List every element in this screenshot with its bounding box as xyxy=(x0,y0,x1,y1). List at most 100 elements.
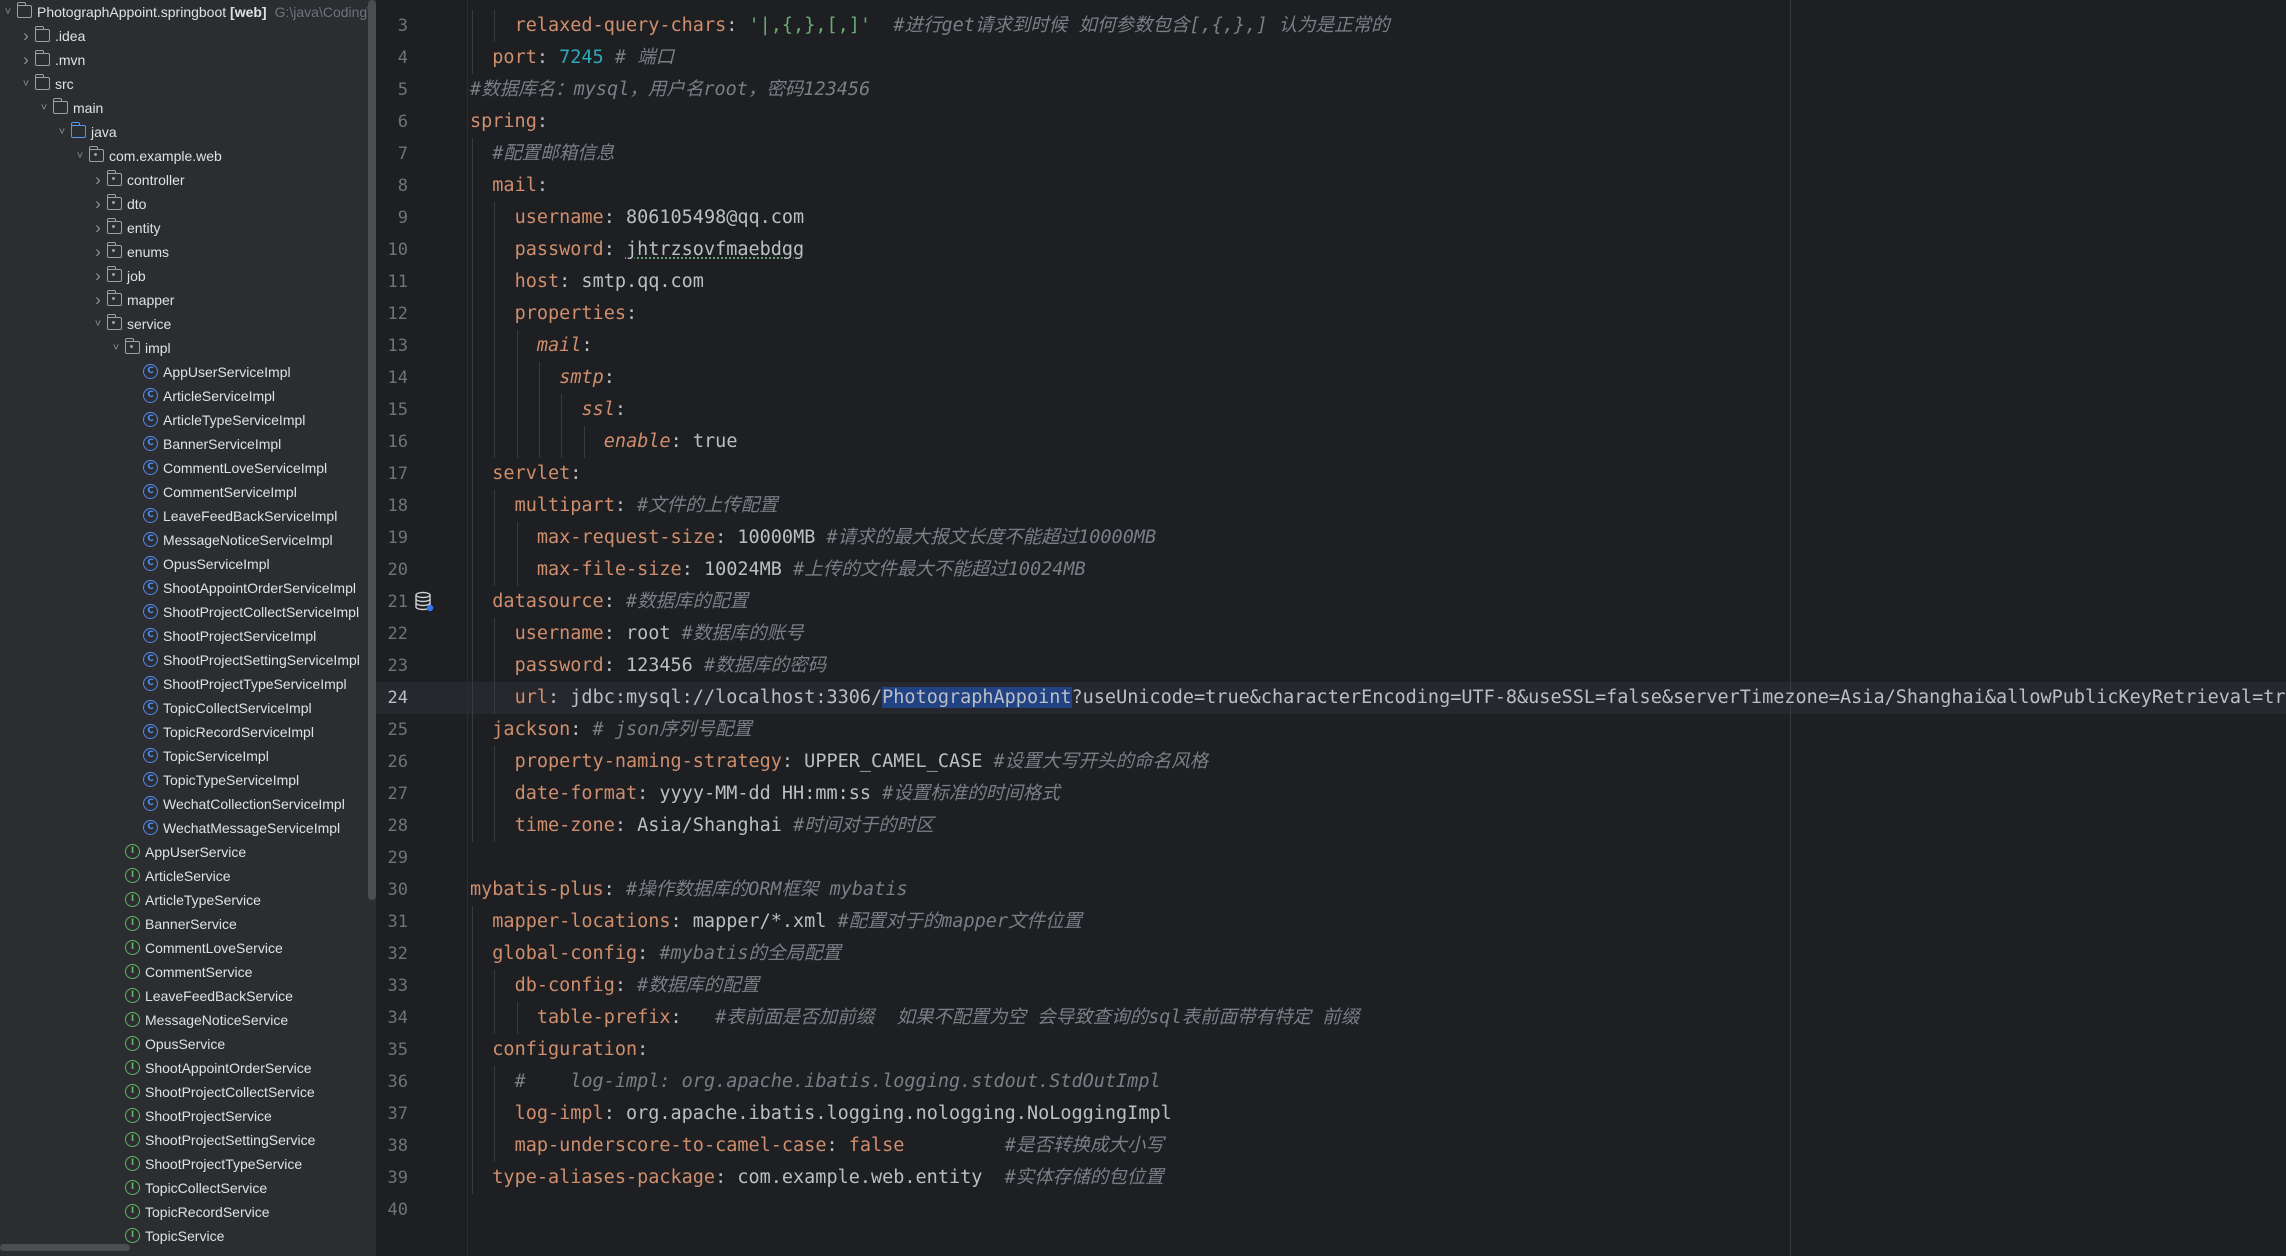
tree-node-bannerserviceimpl[interactable]: C BannerServiceImpl xyxy=(0,432,370,456)
code-line[interactable]: mail: xyxy=(470,170,548,202)
tree-node-src[interactable]: ˅ src xyxy=(0,72,370,96)
code-line[interactable]: multipart: #文件的上传配置 xyxy=(470,490,778,522)
code-line[interactable]: jackson: # json序列号配置 xyxy=(470,714,752,746)
chevron-down-icon[interactable]: ˅ xyxy=(91,312,105,336)
tree-node-impl[interactable]: ˅ impl xyxy=(0,336,370,360)
tree-node-articletypeserviceimpl[interactable]: C ArticleTypeServiceImpl xyxy=(0,408,370,432)
tree-node-shootappointorderserviceimpl[interactable]: C ShootAppointOrderServiceImpl xyxy=(0,576,370,600)
code-line[interactable]: configuration: xyxy=(470,1034,648,1066)
code-editor[interactable]: 3 4 5 6 7 8 9 10 11 12 13 14 15 16 17 18 19 20 21 22 23 24 25 2… xyxy=(376,0,2286,1256)
tree-node-leavefeedbackservice[interactable]: I LeaveFeedBackService xyxy=(0,984,370,1008)
tree-node-bannerservice[interactable]: I BannerService xyxy=(0,912,370,936)
tree-node-java[interactable]: ˅ java xyxy=(0,120,370,144)
tree-node-topicserviceimpl[interactable]: C TopicServiceImpl xyxy=(0,744,370,768)
code-line[interactable]: date-format: yyyy-MM-dd HH:mm:ss #设置标准的时… xyxy=(470,778,1060,810)
project-tree-horizontal-scrollbar[interactable] xyxy=(0,1244,130,1251)
editor-gutter[interactable]: 3 4 5 6 7 8 9 10 11 12 13 14 15 16 17 18 19 20 21 22 23 24 25 2… xyxy=(376,0,468,1256)
tree-node-leavefeedbackserviceimpl[interactable]: C LeaveFeedBackServiceImpl xyxy=(0,504,370,528)
tree-node-photographappoint-springboot-web[interactable]: ˅ PhotographAppoint.springboot [web] G:\ja… xyxy=(0,0,376,24)
code-line[interactable]: type-aliases-package: com.example.web.en… xyxy=(470,1162,1164,1194)
tree-node-shootprojecttypeserviceimpl[interactable]: C ShootProjectTypeServiceImpl xyxy=(0,672,370,696)
code-line[interactable]: properties: xyxy=(470,298,637,330)
tree-node-topiccollectservice[interactable]: I TopicCollectService xyxy=(0,1176,370,1200)
code-line[interactable]: property-naming-strategy: UPPER_CAMEL_CA… xyxy=(470,746,1208,778)
code-line[interactable]: map-underscore-to-camel-case: false #是否转… xyxy=(470,1130,1164,1162)
tree-node-shootprojecttypeservice[interactable]: I ShootProjectTypeService xyxy=(0,1152,370,1176)
tree-node-commentservice[interactable]: I CommentService xyxy=(0,960,370,984)
tree-node-shootprojectservice[interactable]: I ShootProjectService xyxy=(0,1104,370,1128)
chevron-right-icon[interactable]: › xyxy=(19,24,33,48)
chevron-down-icon[interactable]: ˅ xyxy=(55,120,69,144)
tree-node-enums[interactable]: › enums xyxy=(0,240,370,264)
chevron-right-icon[interactable]: › xyxy=(91,288,105,312)
tree-node-main[interactable]: ˅ main xyxy=(0,96,370,120)
tree-node-commentloveservice[interactable]: I CommentLoveService xyxy=(0,936,370,960)
code-line[interactable]: smtp: xyxy=(470,362,615,394)
tree-node-wechatcollectionserviceimpl[interactable]: C WechatCollectionServiceImpl xyxy=(0,792,370,816)
project-tree-vertical-scrollbar[interactable] xyxy=(368,0,376,900)
code-line[interactable]: username: 806105498@qq.com xyxy=(470,202,804,234)
code-line[interactable]: password: 123456 #数据库的密码 xyxy=(470,650,826,682)
tree-node-controller[interactable]: › controller xyxy=(0,168,370,192)
code-line[interactable]: host: smtp.qq.com xyxy=(470,266,704,298)
tree-node-commentloveserviceimpl[interactable]: C CommentLoveServiceImpl xyxy=(0,456,370,480)
tree-node-topiccollectserviceimpl[interactable]: C TopicCollectServiceImpl xyxy=(0,696,370,720)
tree-node-shootprojectsettingservice[interactable]: I ShootProjectSettingService xyxy=(0,1128,370,1152)
tree-node-opusserviceimpl[interactable]: C OpusServiceImpl xyxy=(0,552,370,576)
tree-node-topictypeserviceimpl[interactable]: C TopicTypeServiceImpl xyxy=(0,768,370,792)
code-line[interactable]: global-config: #mybatis的全局配置 xyxy=(470,938,841,970)
tree-node-shootprojectsettingserviceimpl[interactable]: C ShootProjectSettingServiceImpl xyxy=(0,648,370,672)
code-line[interactable]: url: jdbc:mysql://localhost:3306/Photogr… xyxy=(470,682,2286,714)
tree-node-topicrecordserviceimpl[interactable]: C TopicRecordServiceImpl xyxy=(0,720,370,744)
tree-node-appuserservice[interactable]: I AppUserService xyxy=(0,840,370,864)
code-line[interactable]: port: 7245 # 端口 xyxy=(470,42,674,74)
code-line[interactable]: time-zone: Asia/Shanghai #时间对于的时区 xyxy=(470,810,934,842)
tree-node-appuserserviceimpl[interactable]: C AppUserServiceImpl xyxy=(0,360,370,384)
code-line[interactable]: mapper-locations: mapper/*.xml #配置对于的map… xyxy=(470,906,1082,938)
chevron-down-icon[interactable]: ˅ xyxy=(109,336,123,360)
tree-node-idea[interactable]: › .idea xyxy=(0,24,370,48)
tree-node-articletypeservice[interactable]: I ArticleTypeService xyxy=(0,888,370,912)
tree-node-shootprojectcollectservice[interactable]: I ShootProjectCollectService xyxy=(0,1080,370,1104)
tree-node-entity[interactable]: › entity xyxy=(0,216,370,240)
code-line[interactable]: mail: xyxy=(470,330,593,362)
tree-node-mvn[interactable]: › .mvn xyxy=(0,48,370,72)
code-line[interactable]: datasource: #数据库的配置 xyxy=(470,586,748,618)
chevron-down-icon[interactable]: ˅ xyxy=(19,72,33,96)
chevron-down-icon[interactable]: ˅ xyxy=(1,0,15,24)
tree-node-articleserviceimpl[interactable]: C ArticleServiceImpl xyxy=(0,384,370,408)
tree-node-wechatmessageserviceimpl[interactable]: C WechatMessageServiceImpl xyxy=(0,816,370,840)
tree-node-shootprojectcollectserviceimpl[interactable]: C ShootProjectCollectServiceImpl xyxy=(0,600,370,624)
tree-node-commentserviceimpl[interactable]: C CommentServiceImpl xyxy=(0,480,370,504)
code-line[interactable]: relaxed-query-chars: '|,{,},[,]' #进行get请… xyxy=(470,10,1390,42)
tree-node-shootappointorderservice[interactable]: I ShootAppointOrderService xyxy=(0,1056,370,1080)
tree-node-service[interactable]: ˅ service xyxy=(0,312,370,336)
code-line[interactable]: #配置邮箱信息 xyxy=(470,138,614,170)
chevron-right-icon[interactable]: › xyxy=(91,192,105,216)
chevron-down-icon[interactable]: ˅ xyxy=(37,96,51,120)
code-line[interactable]: spring: xyxy=(470,106,548,138)
chevron-right-icon[interactable]: › xyxy=(91,240,105,264)
code-line[interactable]: mybatis-plus: #操作数据库的ORM框架 mybatis xyxy=(470,874,908,906)
code-line[interactable]: max-file-size: 10024MB #上传的文件最大不能超过10024… xyxy=(470,554,1086,586)
tree-node-messagenoticeservice[interactable]: I MessageNoticeService xyxy=(0,1008,370,1032)
code-line[interactable]: ssl: xyxy=(470,394,626,426)
code-line[interactable]: servlet: xyxy=(470,458,581,490)
chevron-right-icon[interactable]: › xyxy=(19,48,33,72)
code-line[interactable]: db-config: #数据库的配置 xyxy=(470,970,759,1002)
tree-node-job[interactable]: › job xyxy=(0,264,370,288)
tree-node-articleservice[interactable]: I ArticleService xyxy=(0,864,370,888)
chevron-down-icon[interactable]: ˅ xyxy=(73,144,87,168)
chevron-right-icon[interactable]: › xyxy=(91,168,105,192)
chevron-right-icon[interactable]: › xyxy=(91,264,105,288)
code-line[interactable]: #数据库名：mysql，用户名root，密码123456 xyxy=(470,74,870,106)
tree-node-com-example-web[interactable]: ˅ com.example.web xyxy=(0,144,370,168)
code-line[interactable]: log-impl: org.apache.ibatis.logging.nolo… xyxy=(470,1098,1172,1130)
code-line[interactable]: table-prefix: #表前面是否加前缀 如果不配置为空 会导致查询的sq… xyxy=(470,1002,1359,1034)
tree-node-opusservice[interactable]: I OpusService xyxy=(0,1032,370,1056)
tree-node-shootprojectserviceimpl[interactable]: C ShootProjectServiceImpl xyxy=(0,624,370,648)
tree-node-topicrecordservice[interactable]: I TopicRecordService xyxy=(0,1200,370,1224)
tree-node-mapper[interactable]: › mapper xyxy=(0,288,370,312)
tree-node-dto[interactable]: › dto xyxy=(0,192,370,216)
code-line[interactable]: password: jhtrzsovfmaebdgg xyxy=(470,234,804,266)
